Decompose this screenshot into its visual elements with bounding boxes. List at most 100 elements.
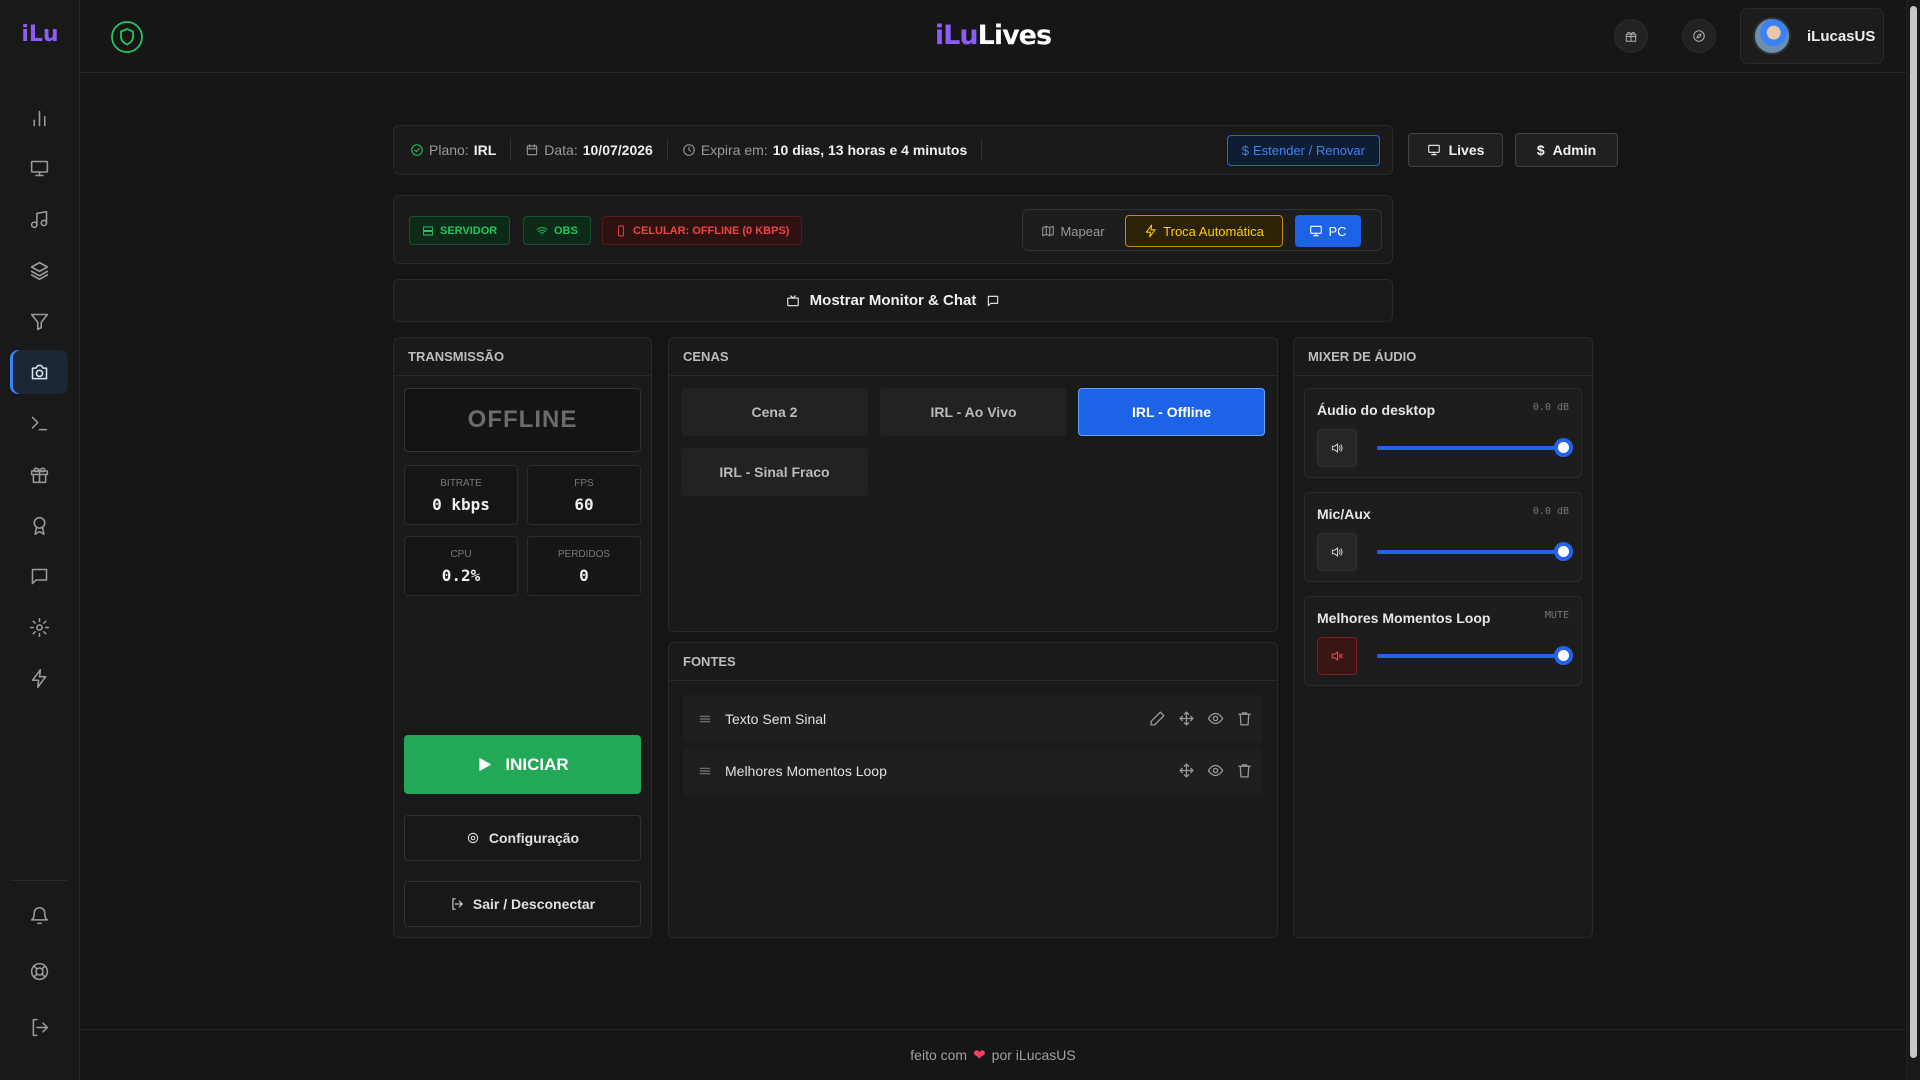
volume-slider[interactable] (1377, 438, 1573, 457)
chat-icon[interactable] (10, 554, 68, 598)
camera-icon[interactable] (10, 350, 68, 394)
compass-icon[interactable] (1682, 19, 1716, 53)
avatar (1753, 17, 1791, 55)
music-icon[interactable] (10, 197, 68, 241)
switch-mode-group: Mapear Troca Automática PC (1022, 209, 1382, 251)
pc-mode-label: PC (1328, 223, 1347, 239)
config-button[interactable]: Configuração (404, 815, 641, 861)
stat-cpu: CPU 0.2% (404, 536, 518, 596)
lives-label: Lives (1448, 142, 1485, 158)
stat-value: 0 (579, 566, 589, 585)
start-label: INICIAR (505, 754, 569, 774)
move-icon[interactable] (1178, 710, 1195, 727)
channel-name: Melhores Momentos Loop (1317, 610, 1491, 626)
server-label: SERVIDOR (440, 224, 498, 237)
disconnect-button[interactable]: Sair / Desconectar (404, 881, 641, 927)
panel-title: FONTES (669, 643, 1277, 681)
logout-icon[interactable] (10, 1005, 68, 1049)
scene-item[interactable]: IRL - Sinal Fraco (681, 448, 868, 496)
heart-icon: ❤ (973, 1047, 986, 1064)
stat-value: 60 (574, 495, 594, 514)
monitor-icon (1427, 144, 1440, 156)
top-header: iLuLives iLucasUS (80, 0, 1906, 73)
channel-level: 0.0 dB (1532, 506, 1569, 517)
panel-title: MIXER DE ÁUDIO (1294, 338, 1592, 376)
monitor-icon[interactable] (10, 146, 68, 190)
filter-icon[interactable] (10, 299, 68, 343)
scrollbar-thumb[interactable] (1910, 6, 1917, 1058)
stat-value: 0.2% (441, 566, 481, 585)
plan-label: Plano: (429, 142, 469, 158)
admin-button[interactable]: $ Admin (1515, 133, 1618, 167)
phone-label: CELULAR: OFFLINE (0 KBPS) (633, 224, 790, 237)
gear-icon[interactable] (10, 605, 68, 649)
bell-icon[interactable] (10, 893, 68, 937)
source-row[interactable]: Texto Sem Sinal (683, 695, 1263, 743)
user-menu[interactable]: iLucasUS (1740, 8, 1884, 64)
slider-fill (1377, 654, 1563, 658)
scene-item[interactable]: IRL - Ao Vivo (880, 388, 1067, 436)
zap-icon[interactable] (10, 656, 68, 700)
lives-button[interactable]: Lives (1408, 133, 1503, 167)
scene-item-active[interactable]: IRL - Offline (1078, 388, 1265, 436)
footer: feito com ❤ por iLucasUS (80, 1029, 1906, 1080)
eye-icon[interactable] (1207, 710, 1224, 727)
slider-fill (1377, 446, 1563, 450)
volume-icon (1331, 547, 1343, 557)
trash-icon[interactable] (1236, 762, 1253, 779)
drag-handle-icon[interactable] (697, 711, 713, 727)
admin-label: Admin (1552, 142, 1597, 158)
pencil-icon[interactable] (1149, 710, 1166, 727)
award-icon[interactable] (10, 503, 68, 547)
start-stream-button[interactable]: INICIAR (404, 735, 641, 794)
gift-box-icon[interactable] (1614, 19, 1648, 53)
map-mode-label: Mapear (1060, 223, 1105, 239)
move-icon[interactable] (1178, 762, 1195, 779)
stat-label: PERDIDOS (557, 549, 611, 560)
gift-icon[interactable] (10, 452, 68, 496)
slider-knob[interactable] (1554, 438, 1573, 457)
transmission-panel: TRANSMISSÃO OFFLINE BITRATE 0 kbps FPS 6… (393, 337, 652, 938)
mute-toggle-button[interactable] (1317, 533, 1357, 571)
stat-bitrate: BITRATE 0 kbps (404, 465, 518, 525)
source-row[interactable]: Melhores Momentos Loop (683, 747, 1263, 795)
show-monitor-chat-toggle[interactable]: Mostrar Monitor & Chat (393, 279, 1393, 322)
message-icon (988, 295, 999, 306)
volume-slider[interactable] (1377, 542, 1573, 561)
map-mode-button[interactable]: Mapear (1027, 215, 1119, 247)
channel-level: MUTE (1544, 610, 1569, 621)
extend-renew-button[interactable]: $ Estender / Renovar (1226, 135, 1380, 166)
sources-panel: FONTES Texto Sem Sinal Melhores Momentos… (668, 642, 1278, 938)
slider-knob[interactable] (1554, 646, 1573, 665)
eye-icon[interactable] (1207, 762, 1224, 779)
stat-fps: FPS 60 (527, 465, 641, 525)
source-name: Texto Sem Sinal (725, 711, 827, 727)
page-scrollbar[interactable] (1906, 0, 1920, 1080)
scene-item[interactable]: Cena 2 (681, 388, 868, 436)
mute-toggle-button[interactable] (1317, 429, 1357, 467)
trash-icon[interactable] (1236, 710, 1253, 727)
brand-prefix: iLu (934, 20, 979, 51)
audio-mixer-panel: MIXER DE ÁUDIO Áudio do desktop 0.0 dB M… (1293, 337, 1593, 938)
auto-switch-button[interactable]: Troca Automática (1125, 215, 1283, 247)
app-logo[interactable]: iLu (0, 22, 80, 47)
drag-handle-icon[interactable] (697, 763, 713, 779)
server-icon (423, 226, 433, 235)
date-info: Data: 10/07/2026 (525, 139, 668, 161)
volume-mute-icon (1331, 651, 1343, 661)
terminal-icon[interactable] (10, 401, 68, 445)
source-name: Melhores Momentos Loop (725, 763, 887, 779)
mixer-channel: Áudio do desktop 0.0 dB (1304, 388, 1582, 478)
volume-slider[interactable] (1377, 646, 1573, 665)
slider-knob[interactable] (1554, 542, 1573, 561)
slider-fill (1377, 550, 1563, 554)
zap-icon (1145, 224, 1156, 238)
mute-toggle-button[interactable] (1317, 637, 1357, 675)
logout-icon (452, 898, 463, 910)
bar-chart-icon[interactable] (10, 96, 68, 140)
sidebar: iLu (0, 0, 80, 1080)
lifebuoy-icon[interactable] (10, 949, 68, 993)
pc-mode-button[interactable]: PC (1295, 215, 1361, 247)
layers-icon[interactable] (10, 248, 68, 292)
dollar-icon: $ (1536, 142, 1545, 158)
